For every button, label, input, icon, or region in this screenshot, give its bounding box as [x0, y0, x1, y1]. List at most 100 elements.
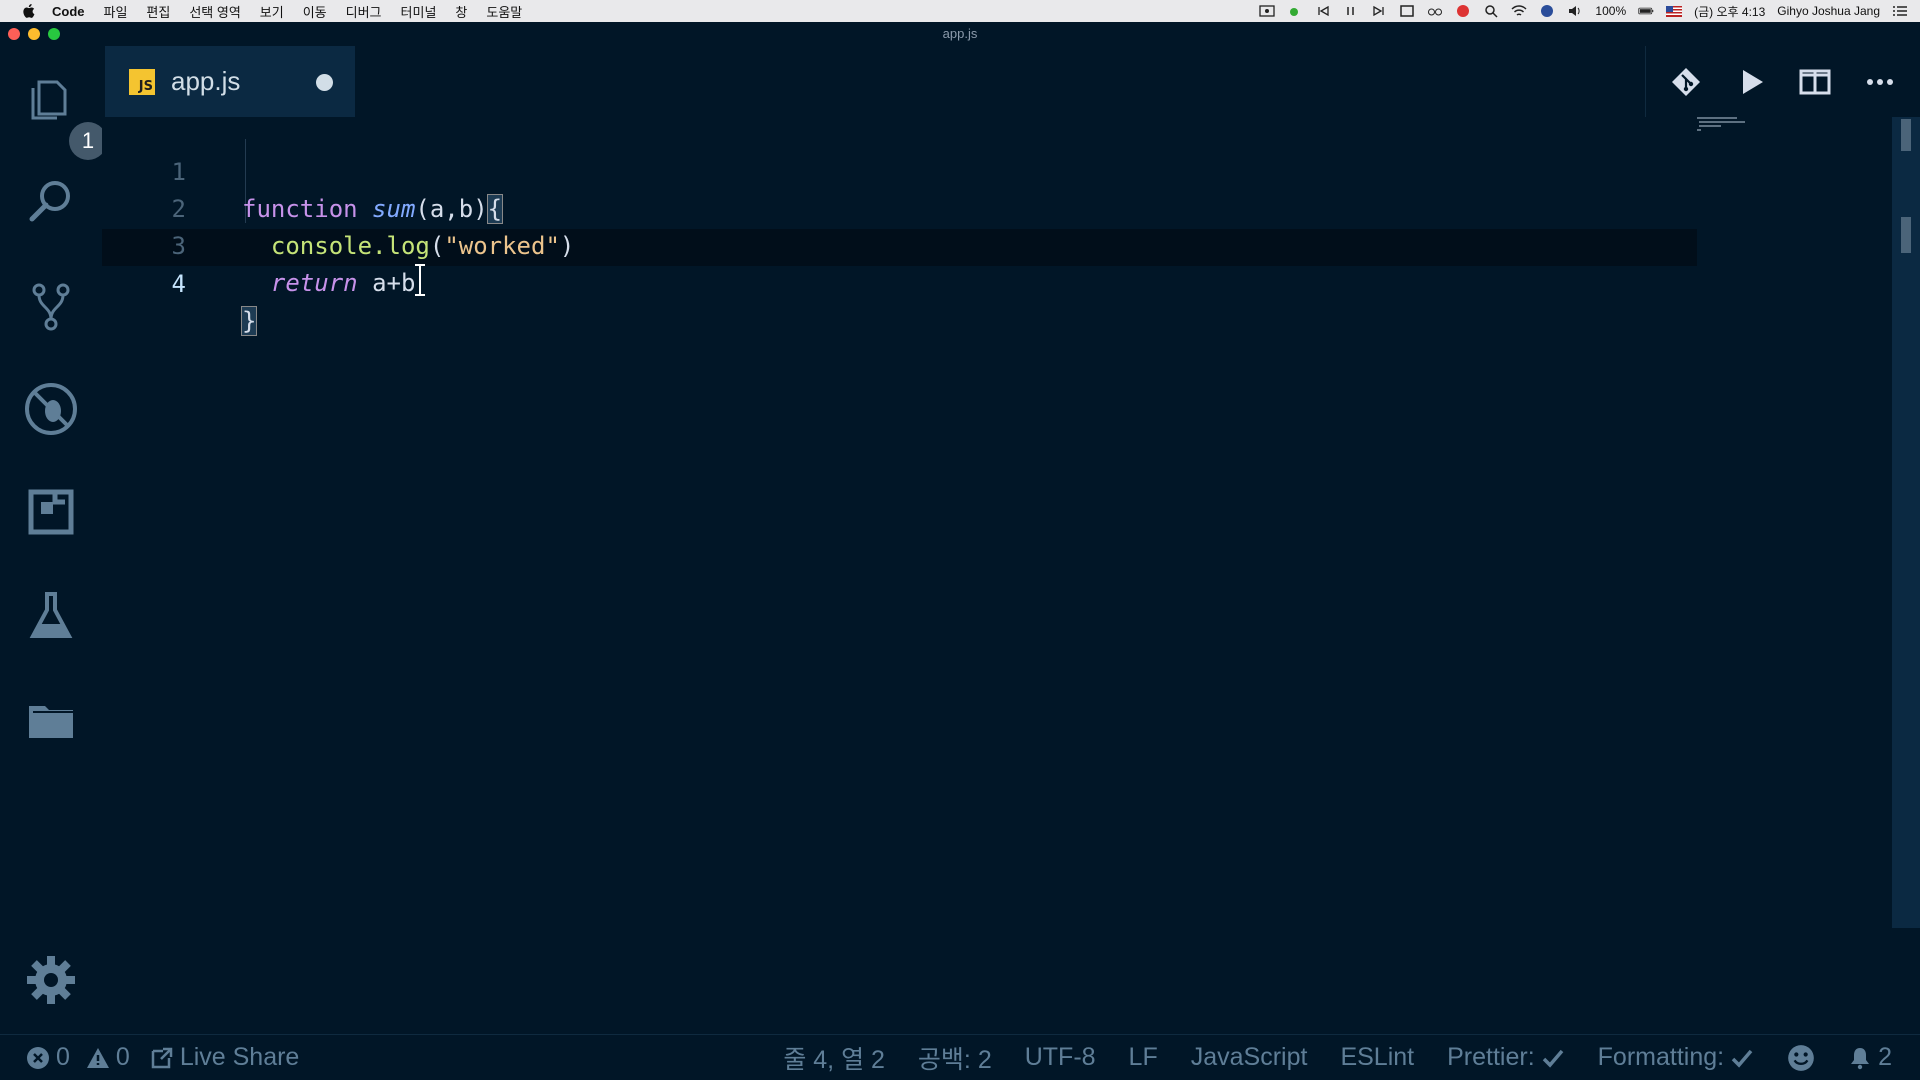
screen-record-icon[interactable]	[1259, 4, 1276, 18]
error-count: 0	[56, 1043, 70, 1071]
unsaved-dot-icon[interactable]	[316, 74, 333, 91]
status-bar: 0 0 Live Share 줄 4, 열 2 공백: 2 UTF-8 LF J…	[0, 1034, 1920, 1080]
test-flask-icon	[29, 592, 73, 638]
volume-icon[interactable]	[1567, 4, 1583, 18]
live-share-button[interactable]: Live Share	[150, 1043, 300, 1072]
menu-go[interactable]: 이동	[303, 2, 327, 21]
menu-debug[interactable]: 디버그	[346, 2, 382, 21]
formatting-status[interactable]: Formatting:	[1598, 1043, 1754, 1072]
notifications-button[interactable]: 2	[1848, 1043, 1892, 1072]
menu-edit[interactable]: 편집	[146, 2, 170, 21]
user-name[interactable]: Gihyo Joshua Jang	[1777, 4, 1880, 18]
activity-explorer[interactable]: 1	[21, 70, 107, 160]
play-icon	[1742, 69, 1763, 94]
files-icon	[31, 80, 67, 120]
scrollbar-cursor-marker	[1901, 217, 1911, 253]
activity-project-manager[interactable]	[21, 690, 81, 750]
glasses-icon[interactable]	[1427, 4, 1443, 18]
check-icon	[1542, 1049, 1563, 1068]
cloud-icon[interactable]	[1287, 4, 1303, 18]
token-return-keyword: return	[270, 269, 358, 297]
menu-app-name[interactable]: Code	[52, 4, 85, 19]
ellipsis-icon	[1866, 78, 1893, 85]
minimap[interactable]	[1697, 117, 1753, 137]
run-button[interactable]	[1731, 62, 1771, 102]
menu-help[interactable]: 도움말	[486, 2, 522, 21]
check-icon	[1731, 1049, 1753, 1068]
menu-view[interactable]: 보기	[260, 2, 284, 21]
line-code[interactable]: return a+b	[242, 265, 416, 302]
prettier-status[interactable]: Prettier:	[1447, 1043, 1565, 1072]
battery-percent[interactable]: 100%	[1595, 4, 1626, 18]
prettier-label: Prettier:	[1447, 1043, 1535, 1071]
code-line[interactable]: 3 return a+b	[102, 191, 1702, 297]
siri-icon[interactable]	[1539, 4, 1555, 18]
extensions-icon	[28, 489, 74, 535]
feedback-button[interactable]	[1787, 1044, 1815, 1072]
window-title-bar: app.js	[0, 22, 1920, 46]
activity-test[interactable]	[21, 586, 81, 646]
menu-file[interactable]: 파일	[104, 2, 128, 21]
activity-extensions[interactable]	[21, 482, 81, 542]
menubar-status-area: 100% (금) 오후 4:13 Gihyo Joshua Jang	[1259, 0, 1908, 22]
minimap-line	[1697, 117, 1737, 119]
gear-icon	[27, 956, 75, 1004]
tab-app-js[interactable]: JS app.js	[105, 46, 355, 117]
warning-count: 0	[115, 1043, 130, 1071]
notification-count: 2	[1878, 1043, 1892, 1071]
split-editor-icon	[1799, 69, 1831, 94]
javascript-file-icon: JS	[129, 68, 155, 95]
code-line[interactable]: 1 function sum(a,b){	[102, 117, 1702, 224]
menu-window[interactable]: 창	[455, 2, 467, 21]
cursor-position[interactable]: 줄 4, 열 2	[783, 1040, 885, 1076]
wifi-icon[interactable]	[1511, 4, 1527, 18]
activity-bar: 1	[0, 46, 107, 1034]
pause-icon[interactable]	[1343, 4, 1359, 18]
search-icon	[29, 181, 70, 222]
more-actions-button[interactable]	[1860, 62, 1900, 102]
menu-selection[interactable]: 선택 영역	[189, 2, 240, 21]
activity-source-control[interactable]	[21, 276, 81, 336]
battery-icon[interactable]	[1638, 4, 1654, 18]
skip-back-icon[interactable]	[1315, 4, 1331, 18]
notification-center-icon[interactable]	[1892, 4, 1908, 18]
code-line[interactable]: 2 console.log("worked")	[102, 154, 1702, 260]
apple-logo-icon[interactable]	[20, 2, 38, 20]
code-line-active[interactable]: 4 }	[102, 229, 1702, 336]
app-status-icon[interactable]	[1455, 4, 1471, 18]
split-editor-button[interactable]	[1795, 62, 1835, 102]
indentation-spaces[interactable]: 공백: 2	[918, 1040, 992, 1076]
activity-debug[interactable]	[21, 379, 81, 439]
text-cursor-ibeam-icon	[415, 264, 425, 296]
token-close-brace: }	[240, 306, 258, 336]
spotlight-search-icon[interactable]	[1483, 4, 1499, 18]
end-of-line[interactable]: LF	[1129, 1043, 1158, 1072]
formatting-label: Formatting:	[1597, 1043, 1725, 1071]
clock[interactable]: (금) 오후 4:13	[1694, 3, 1765, 20]
window-title: app.js	[942, 26, 978, 41]
language-mode[interactable]: JavaScript	[1191, 1043, 1308, 1072]
activity-settings[interactable]	[21, 950, 81, 1010]
code-editor[interactable]: 1 function sum(a,b){ 2 console.log("work…	[102, 117, 1920, 1034]
tab-label: app.js	[171, 66, 241, 96]
skip-forward-icon[interactable]	[1371, 4, 1387, 18]
minimap-line	[1697, 129, 1701, 131]
token-expression: a+b	[372, 269, 416, 297]
folder-icon	[29, 706, 73, 738]
eslint-status[interactable]: ESLint	[1340, 1043, 1414, 1072]
line-code[interactable]: }	[240, 303, 258, 340]
live-share-icon	[151, 1047, 173, 1068]
menu-terminal[interactable]: 터미널	[401, 2, 437, 21]
file-encoding[interactable]: UTF-8	[1025, 1043, 1096, 1072]
problems-indicator[interactable]: 0 0	[26, 1043, 130, 1072]
activity-search[interactable]	[21, 172, 81, 232]
input-source-flag-icon[interactable]	[1666, 5, 1683, 17]
live-share-label: Live Share	[179, 1043, 300, 1071]
scrollbar-thumb[interactable]	[1901, 119, 1911, 151]
editor-actions	[1645, 46, 1920, 117]
git-open-changes-button[interactable]	[1666, 62, 1706, 102]
macos-menu-bar: Code 파일 편집 선택 영역 보기 이동 디버그 터미널 창 도움말 100…	[0, 0, 1920, 22]
window-icon[interactable]	[1399, 4, 1415, 18]
git-diamond-icon	[1672, 67, 1701, 96]
warning-icon	[86, 1047, 109, 1068]
